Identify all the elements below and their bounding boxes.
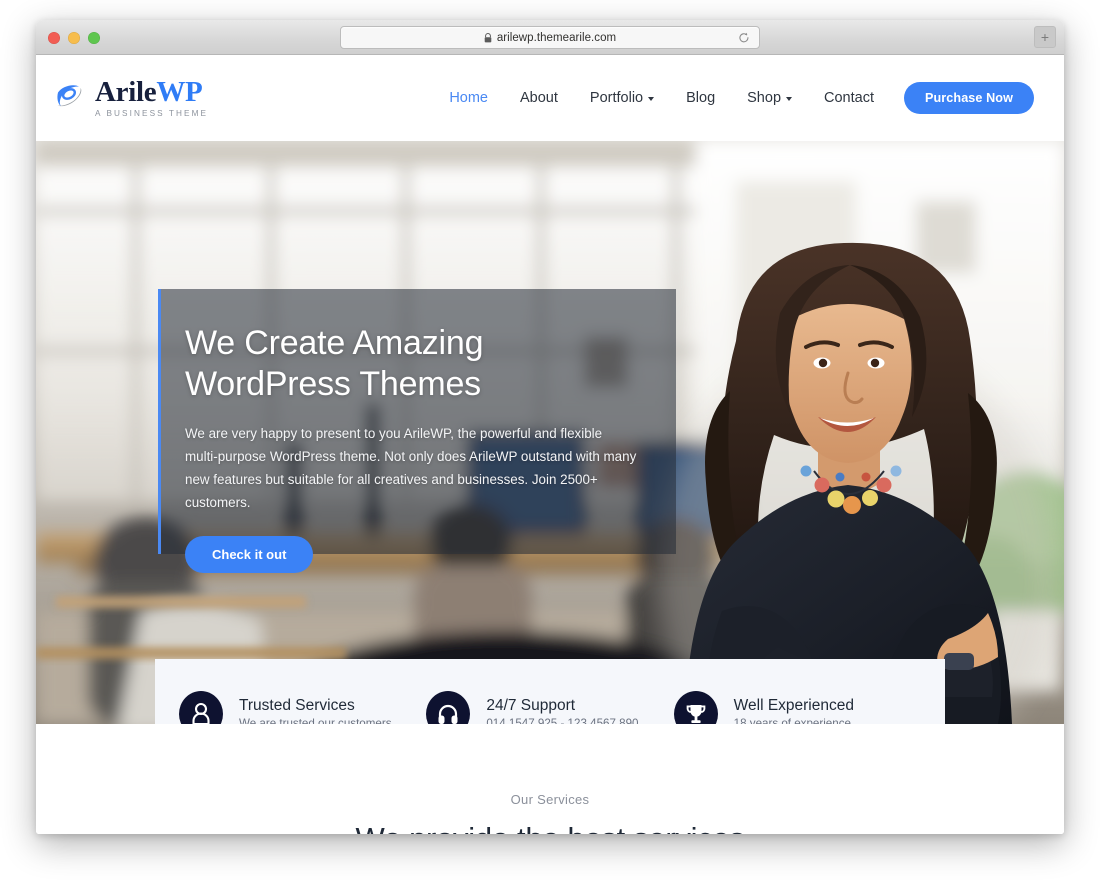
- trophy-icon: [673, 691, 718, 724]
- feature-text: Well Experienced 18 years of experience: [734, 697, 854, 724]
- nav-item-about[interactable]: About: [504, 84, 574, 112]
- services-section: Our Services We provide the best service…: [36, 724, 1064, 834]
- feature-title: Well Experienced: [733, 697, 854, 715]
- purchase-now-button[interactable]: Purchase Now: [904, 82, 1034, 114]
- lock-icon: [484, 32, 492, 42]
- feature-subtitle: 014 1547 925 - 123 4567 890: [486, 717, 639, 724]
- browser-window: arilewp.themearile.com + ArileWP A BUSIN…: [36, 20, 1064, 834]
- main-navigation: Home About Portfolio Blog Shop Contact P…: [433, 82, 1034, 114]
- feature-title: Trusted Services: [239, 697, 355, 715]
- hero-section: We Create Amazing WordPress Themes We ar…: [36, 141, 1064, 724]
- url-text: arilewp.themearile.com: [496, 31, 617, 44]
- headset-glyph: [438, 704, 458, 724]
- nav-item-contact-label: Contact: [824, 90, 874, 106]
- feature-title: 24/7 Support: [486, 697, 576, 715]
- address-bar-content: arilewp.themearile.com: [484, 32, 616, 44]
- feature-subtitle: 18 years of experience: [733, 717, 851, 724]
- window-controls: [48, 20, 100, 55]
- page-viewport: ArileWP A BUSINESS THEME Home About Port…: [36, 55, 1064, 834]
- nav-item-shop-label: Shop: [747, 90, 782, 106]
- nav-item-home[interactable]: Home: [433, 84, 504, 112]
- site-logo[interactable]: ArileWP A BUSINESS THEME: [54, 75, 209, 118]
- new-tab-button[interactable]: +: [1034, 26, 1056, 48]
- trophy-glyph: [686, 705, 706, 723]
- globe-swoosh-icon: [57, 85, 82, 107]
- services-eyebrow: Our Services: [510, 792, 590, 807]
- logo-name-primary: Arile: [95, 75, 157, 108]
- feature-text: Trusted Services We are trusted our cust…: [239, 697, 392, 724]
- feature-support[interactable]: 24/7 Support 014 1547 925 - 123 4567 890: [426, 691, 673, 724]
- reload-icon[interactable]: [738, 32, 750, 44]
- nav-item-contact[interactable]: Contact: [808, 84, 890, 112]
- headset-icon: [426, 691, 471, 724]
- user-icon: [179, 691, 223, 724]
- nav-item-blog[interactable]: Blog: [670, 84, 731, 112]
- hero-title: We Create Amazing WordPress Themes: [185, 324, 484, 404]
- browser-titlebar: arilewp.themearile.com +: [36, 20, 1064, 55]
- features-panel: Trusted Services We are trusted our cust…: [155, 659, 945, 724]
- feature-text: 24/7 Support 014 1547 925 - 123 4567 890: [486, 697, 638, 724]
- page-backdrop: arilewp.themearile.com + ArileWP A BUSIN…: [0, 0, 1100, 894]
- hero-description: We are very happy to present to you Aril…: [185, 425, 637, 511]
- feature-subtitle: We are trusted our customers: [239, 717, 392, 724]
- nav-item-shop[interactable]: Shop: [731, 84, 808, 112]
- logo-name: ArileWP: [95, 75, 208, 108]
- logo-text: ArileWP A BUSINESS THEME: [95, 75, 209, 118]
- nav-item-portfolio-label: Portfolio: [589, 90, 644, 106]
- nav-item-blog-label: Blog: [686, 90, 716, 106]
- feature-experience[interactable]: Well Experienced 18 years of experience: [673, 691, 921, 724]
- nav-item-about-label: About: [520, 90, 558, 106]
- address-bar[interactable]: arilewp.themearile.com: [340, 26, 760, 49]
- minimize-window-button[interactable]: [68, 31, 80, 44]
- site-header: ArileWP A BUSINESS THEME Home About Port…: [36, 55, 1064, 141]
- services-heading: We provide the best services: [36, 821, 1064, 834]
- nav-item-home-label: Home: [449, 90, 488, 106]
- feature-trusted-services[interactable]: Trusted Services We are trusted our cust…: [179, 691, 426, 724]
- chevron-down-icon: [648, 97, 655, 101]
- close-window-button[interactable]: [48, 31, 60, 44]
- hero-cta-button[interactable]: Check it out: [185, 536, 314, 574]
- nav-item-portfolio[interactable]: Portfolio: [574, 84, 670, 112]
- user-glyph: [192, 702, 210, 724]
- chevron-down-icon: [786, 97, 793, 101]
- hero-text-card: We Create Amazing WordPress Themes We ar…: [158, 289, 676, 574]
- zoom-window-button[interactable]: [88, 31, 100, 44]
- logo-tagline: A BUSINESS THEME: [95, 108, 209, 118]
- logo-name-accent: WP: [156, 75, 203, 108]
